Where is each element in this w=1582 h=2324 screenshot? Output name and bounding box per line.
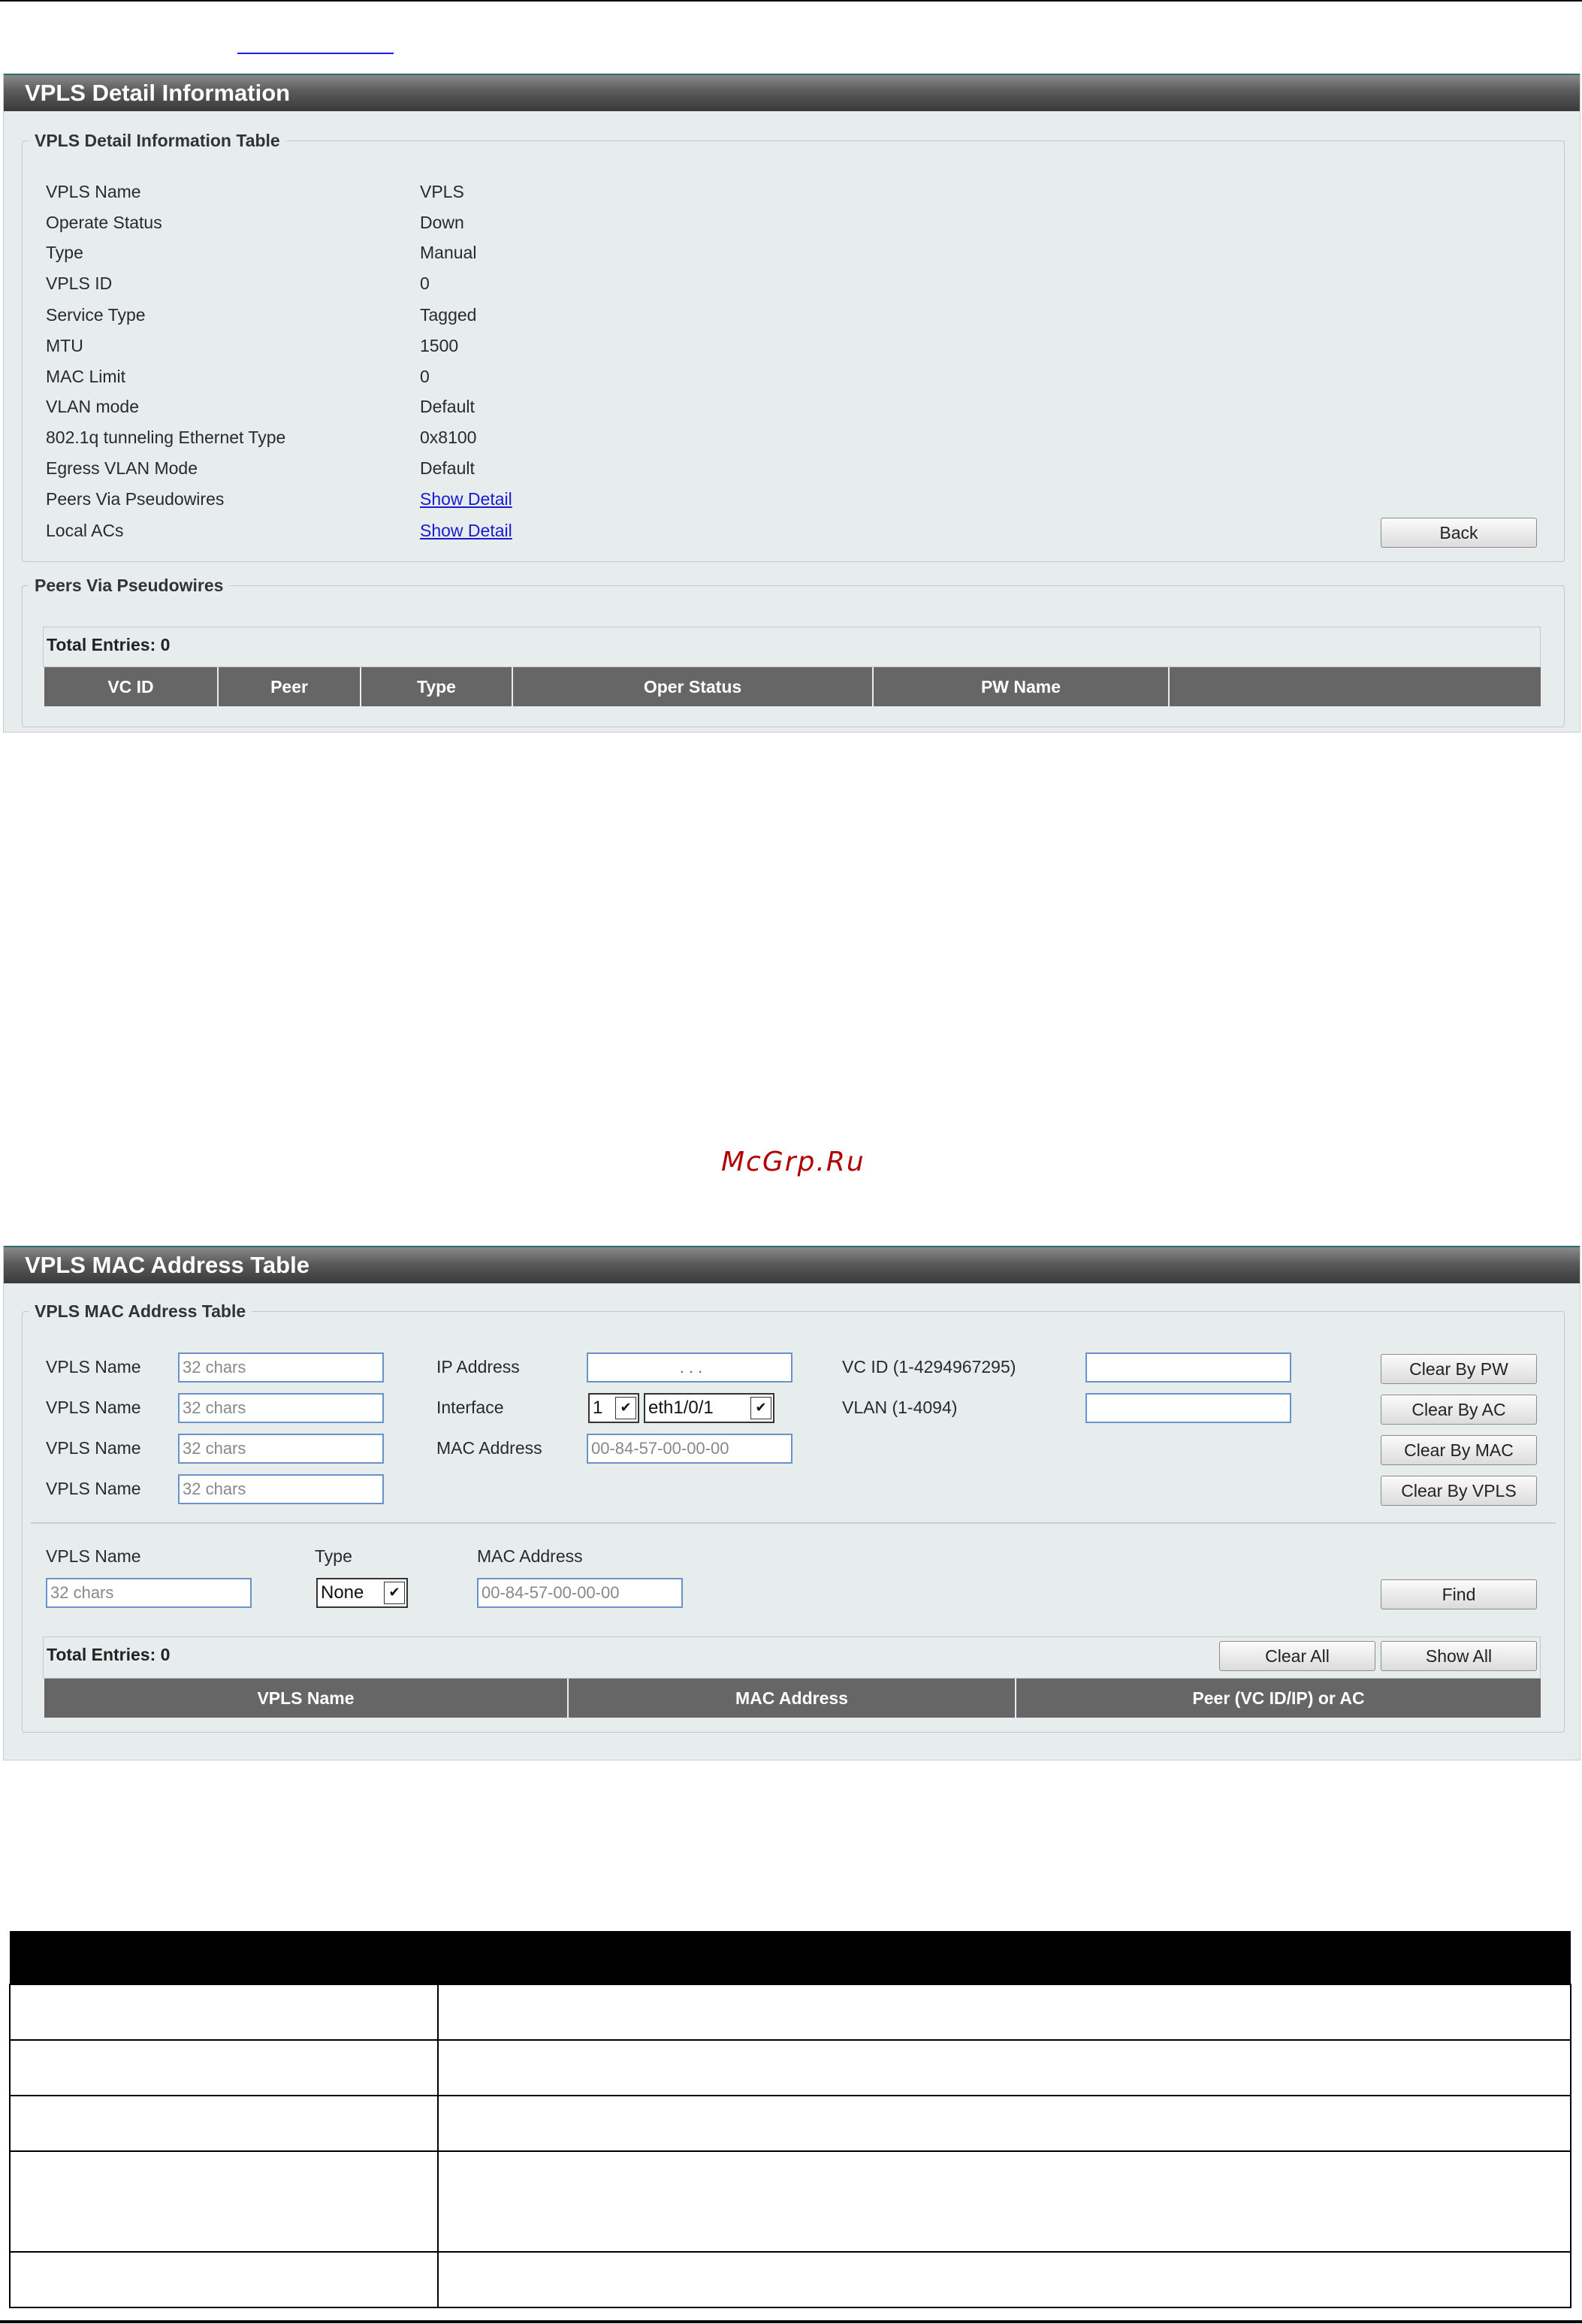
vpls-name-input-vpls[interactable]: 32 chars (178, 1474, 384, 1504)
find-vpls-name-label: VPLS Name (46, 1546, 141, 1566)
vc-id-input[interactable] (1085, 1352, 1291, 1383)
find-vpls-name-input[interactable]: 32 chars (46, 1578, 252, 1608)
detail-value-operate-status: Down (420, 213, 464, 232)
chevron-down-icon: ✔ (750, 1397, 771, 1419)
col-peer: Peer (219, 667, 361, 706)
clear-by-vpls-button[interactable]: Clear By VPLS (1381, 1476, 1537, 1506)
ip-address-input[interactable]: . . . (587, 1352, 793, 1383)
clear-by-mac-button[interactable]: Clear By MAC (1381, 1435, 1537, 1465)
clear-by-pw-button[interactable]: Clear By PW (1381, 1354, 1537, 1384)
table-row (9, 2039, 1571, 2096)
find-type-select[interactable]: None ✔ (316, 1578, 408, 1608)
panel-title: VPLS Detail Information (4, 74, 1580, 111)
detail-value-vlan-mode: Default (420, 397, 475, 416)
vc-id-label: VC ID (1-4294967295) (842, 1357, 1016, 1377)
detail-value-mtu: 1500 (420, 336, 459, 355)
col-type: Type (361, 667, 513, 706)
detail-label-local-acs: Local ACs (46, 521, 124, 540)
table-row (9, 2251, 1571, 2308)
table-header-row (10, 1931, 1571, 1984)
col-vc-id: VC ID (44, 667, 219, 706)
detail-info-fieldset: VPLS Detail Information Table (22, 131, 1565, 562)
ip-address-label: IP Address (436, 1357, 520, 1377)
table-header-cell (438, 1931, 1571, 1984)
detail-label-peers-via-pseudowires: Peers Via Pseudowires (46, 489, 225, 509)
detail-value-egress-vlan-mode: Default (420, 458, 475, 478)
vpls-name-input-pw[interactable]: 32 chars (178, 1352, 384, 1383)
vlan-label: VLAN (1-4094) (842, 1398, 958, 1417)
detail-label-service-type: Service Type (46, 305, 146, 325)
find-mac-address-label: MAC Address (477, 1546, 583, 1566)
vpls-detail-panel: VPLS Detail Information VPLS Detail Info… (3, 74, 1580, 733)
peers-total-entries: Total Entries: 0 (47, 635, 171, 654)
vpls-name-input-ac[interactable]: 32 chars (178, 1393, 384, 1423)
mac-address-input[interactable]: 00-84-57-00-00-00 (587, 1434, 793, 1464)
bottom-rule (0, 2320, 1582, 2323)
top-rule (0, 0, 1582, 2)
top-link-underline[interactable] (237, 53, 394, 54)
detail-label-vpls-name: VPLS Name (46, 182, 141, 201)
detail-value-tunneling-ethertype: 0x8100 (420, 428, 477, 447)
detail-label-tunneling-ethertype: 802.1q tunneling Ethernet Type (46, 428, 286, 447)
vpls-name-label: VPLS Name (46, 1357, 141, 1377)
mac-address-label: MAC Address (436, 1438, 542, 1458)
parameter-description-table (9, 1931, 1571, 2308)
mac-fieldset-legend: VPLS MAC Address Table (35, 1301, 246, 1321)
interface-label: Interface (436, 1398, 504, 1417)
show-detail-peers-link[interactable]: Show Detail (420, 489, 512, 509)
detail-value-type: Manual (420, 243, 477, 262)
table-row (9, 2095, 1571, 2152)
peers-legend: Peers Via Pseudowires (35, 576, 224, 595)
find-type-value: None (321, 1582, 364, 1603)
detail-label-operate-status: Operate Status (46, 213, 162, 232)
show-all-button[interactable]: Show All (1381, 1641, 1537, 1671)
table-row (9, 1984, 1571, 2041)
chevron-down-icon: ✔ (384, 1582, 405, 1604)
col-vpls-name: VPLS Name (44, 1679, 569, 1718)
peers-table-header: VC ID Peer Type Oper Status PW Name (44, 667, 1541, 706)
unit-select-value: 1 (593, 1398, 603, 1418)
mac-table-header: VPLS Name MAC Address Peer (VC ID/IP) or… (44, 1679, 1541, 1718)
find-button[interactable]: Find (1381, 1579, 1537, 1609)
vpls-name-label: VPLS Name (46, 1479, 141, 1498)
detail-label-vlan-mode: VLAN mode (46, 397, 140, 416)
peers-entries-row: Total Entries: 0 (43, 627, 1541, 667)
find-type-label: Type (315, 1546, 352, 1566)
vlan-input[interactable] (1085, 1393, 1291, 1423)
detail-value-service-type: Tagged (420, 305, 477, 325)
detail-value-vpls-name: VPLS (420, 182, 464, 201)
detail-label-egress-vlan-mode: Egress VLAN Mode (46, 458, 198, 478)
detail-label-vpls-id: VPLS ID (46, 274, 113, 293)
detail-label-type: Type (46, 243, 83, 262)
table-row (9, 2150, 1571, 2253)
col-oper-status: Oper Status (513, 667, 874, 706)
col-mac-address: MAC Address (569, 1679, 1016, 1718)
clear-by-ac-button[interactable]: Clear By AC (1381, 1395, 1537, 1425)
detail-value-vpls-id: 0 (420, 274, 430, 293)
find-mac-address-input[interactable]: 00-84-57-00-00-00 (477, 1578, 683, 1608)
panel-title: VPLS MAC Address Table (4, 1246, 1580, 1283)
detail-label-mac-limit: MAC Limit (46, 367, 126, 386)
section-divider (31, 1522, 1556, 1524)
back-button[interactable]: Back (1381, 518, 1537, 548)
chevron-down-icon: ✔ (615, 1397, 636, 1419)
unit-select[interactable]: 1 ✔ (588, 1393, 639, 1423)
mac-total-entries: Total Entries: 0 (47, 1645, 171, 1664)
fieldset-legend: VPLS Detail Information Table (35, 131, 280, 150)
col-peer-or-ac: Peer (VC ID/IP) or AC (1192, 1688, 1365, 1708)
detail-label-mtu: MTU (46, 336, 83, 355)
col-pw-name: PW Name (874, 667, 1170, 706)
vpls-name-label: VPLS Name (46, 1398, 141, 1417)
vpls-name-input-mac[interactable]: 32 chars (178, 1434, 384, 1464)
vpls-mac-panel: VPLS MAC Address Table VPLS MAC Address … (3, 1246, 1580, 1760)
detail-value-mac-limit: 0 (420, 367, 430, 386)
clear-all-button[interactable]: Clear All (1219, 1641, 1375, 1671)
port-select-value: eth1/0/1 (648, 1398, 714, 1418)
port-select[interactable]: eth1/0/1 ✔ (644, 1393, 774, 1423)
watermark-text: McGrp.Ru (721, 1147, 865, 1177)
show-detail-local-acs-link[interactable]: Show Detail (420, 521, 512, 541)
table-header-cell (10, 1931, 438, 1984)
vpls-name-label: VPLS Name (46, 1438, 141, 1458)
col-extra (1170, 667, 1541, 706)
